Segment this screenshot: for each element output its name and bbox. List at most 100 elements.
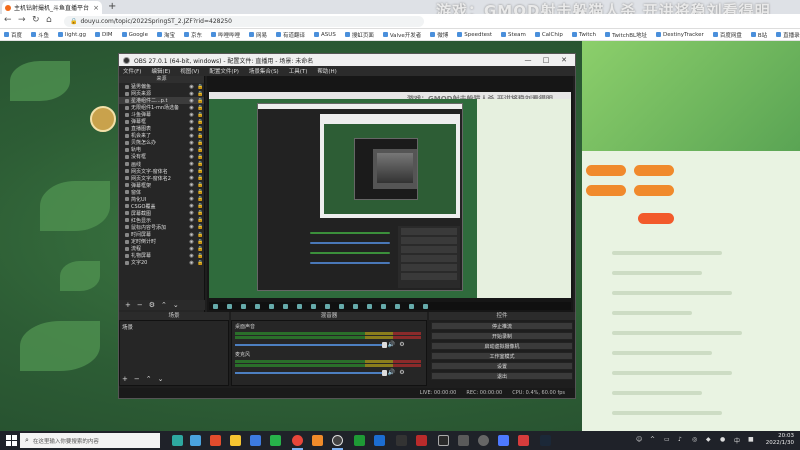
xbox-icon[interactable] xyxy=(354,435,365,446)
source-item[interactable]: 定时倒计时 ◉ 🔒 xyxy=(119,238,204,245)
bookmark-item[interactable]: 京东 xyxy=(183,31,202,39)
file-explorer-icon[interactable] xyxy=(230,435,241,446)
back-icon[interactable]: ← xyxy=(4,15,12,25)
lock-icon[interactable]: 🔒 xyxy=(197,105,204,111)
bookmark-item[interactable]: light.gg xyxy=(58,32,86,38)
network-icon[interactable]: ▭ xyxy=(664,436,670,443)
eye-icon[interactable]: ◉ xyxy=(188,147,195,153)
app-icon[interactable] xyxy=(396,435,407,446)
eye-icon[interactable]: ◉ xyxy=(188,112,195,118)
lock-icon[interactable]: 🔒 xyxy=(197,91,204,97)
eye-icon[interactable]: ◉ xyxy=(188,210,195,216)
eye-icon[interactable]: ◉ xyxy=(188,98,195,104)
source-item[interactable]: 网页来源 ◉ 🔒 xyxy=(119,90,204,97)
source-item[interactable]: 网页文字-窗体名 ◉ 🔒 xyxy=(119,168,204,175)
source-settings-icon[interactable]: ⚙ xyxy=(149,301,155,309)
source-item[interactable]: 鼠标内容号添加 ◉ 🔒 xyxy=(119,224,204,231)
home-icon[interactable]: ⌂ xyxy=(46,15,52,25)
scene-up-icon[interactable]: ⌃ xyxy=(146,375,152,383)
source-item[interactable]: 窗体 ◉ 🔒 xyxy=(119,189,204,196)
source-item[interactable]: 猛男偏鱼 ◉ 🔒 xyxy=(119,83,204,90)
source-item[interactable]: 画线 ◉ 🔒 xyxy=(119,161,204,168)
bookmark-item[interactable]: TwitchBL地址 xyxy=(605,31,647,39)
source-item[interactable]: 网页文字-窗体名2 ◉ 🔒 xyxy=(119,175,204,182)
app-icon[interactable] xyxy=(250,435,261,446)
chrome-icon[interactable] xyxy=(292,435,303,446)
menu-item[interactable]: 配置文件(P) xyxy=(209,67,239,75)
bookmark-item[interactable]: ASUS xyxy=(314,32,336,38)
minimize-icon[interactable]: — xyxy=(521,56,535,64)
taskbar-search[interactable]: ⌕ 在这里输入你要搜索的内容 xyxy=(20,433,160,448)
lock-icon[interactable]: 🔒 xyxy=(197,182,204,188)
tray-app-icon[interactable]: ● xyxy=(720,436,725,443)
forward-icon[interactable]: → xyxy=(18,15,26,25)
eye-icon[interactable]: ◉ xyxy=(188,260,195,266)
source-item[interactable]: 文字20 ◉ 🔒 xyxy=(119,259,204,266)
bookmark-item[interactable]: 百度 xyxy=(4,31,22,39)
remove-scene-icon[interactable]: − xyxy=(134,375,140,383)
add-scene-icon[interactable]: + xyxy=(122,375,128,383)
volume-knob[interactable] xyxy=(381,341,387,348)
steam-icon[interactable] xyxy=(540,435,551,446)
tray-app-icon[interactable]: ◆ xyxy=(706,436,711,443)
app-icon[interactable] xyxy=(416,435,427,446)
new-tab-button[interactable]: + xyxy=(108,1,116,12)
control-button[interactable]: 退出 xyxy=(431,372,573,380)
lock-icon[interactable]: 🔒 xyxy=(197,98,204,104)
bookmark-item[interactable]: Speedtest xyxy=(457,32,492,38)
streamer-avatar[interactable] xyxy=(90,106,116,132)
lock-icon[interactable]: 🔒 xyxy=(197,119,204,125)
eye-icon[interactable]: ◉ xyxy=(188,168,195,174)
bookmark-item[interactable]: 斗鱼 xyxy=(31,31,49,39)
source-item[interactable]: 礼物屏幕 ◉ 🔒 xyxy=(119,252,204,259)
eye-icon[interactable]: ◉ xyxy=(188,175,195,181)
promo-pill[interactable] xyxy=(634,185,674,196)
menu-item[interactable]: 文件(F) xyxy=(123,67,141,75)
task-view-icon[interactable] xyxy=(172,435,183,446)
volume-knob[interactable] xyxy=(381,369,387,376)
reload-icon[interactable]: ↻ xyxy=(32,15,40,25)
tray-expand-icon[interactable]: ^ xyxy=(650,436,655,443)
eye-icon[interactable]: ◉ xyxy=(188,126,195,132)
move-down-icon[interactable]: ⌄ xyxy=(173,301,179,309)
obs-preview[interactable]: 游戏：GMOD射击躲猫人杀 开讲将稳刘看得明 xyxy=(207,76,573,312)
app-icon[interactable] xyxy=(498,435,509,446)
lock-icon[interactable]: 🔒 xyxy=(197,239,204,245)
lock-icon[interactable]: 🔒 xyxy=(197,175,204,181)
eye-icon[interactable]: ◉ xyxy=(188,161,195,167)
obs-icon[interactable] xyxy=(332,435,343,446)
source-item[interactable]: 弹幕框 ◉ 🔒 xyxy=(119,118,204,125)
bookmark-item[interactable]: 哔哩哔哩 xyxy=(211,31,240,39)
lock-icon[interactable]: 🔒 xyxy=(197,147,204,153)
pc-client-pill[interactable] xyxy=(638,213,674,224)
tray-app-icon[interactable]: ■ xyxy=(748,436,754,443)
bookmark-item[interactable]: DIM xyxy=(94,32,113,38)
eye-icon[interactable]: ◉ xyxy=(188,203,195,209)
promo-pill[interactable] xyxy=(586,165,626,176)
source-item[interactable]: 流程 ◉ 🔒 xyxy=(119,245,204,252)
lock-icon[interactable]: 🔒 xyxy=(197,112,204,118)
bookmark-item[interactable]: CalChip xyxy=(534,32,563,38)
bookmark-item[interactable]: 网易 xyxy=(249,31,267,39)
eye-icon[interactable]: ◉ xyxy=(188,105,195,111)
menu-item[interactable]: 帮助(H) xyxy=(317,67,336,75)
source-item[interactable]: 没有框 ◉ 🔒 xyxy=(119,153,204,160)
maximize-icon[interactable]: □ xyxy=(539,56,553,64)
bookmark-item[interactable]: Valve开发者 xyxy=(382,31,421,39)
tray-person-icon[interactable]: ☺ xyxy=(636,436,642,443)
gear-icon[interactable]: ⚙ xyxy=(399,341,404,348)
control-button[interactable]: 工作室模式 xyxy=(431,352,573,360)
bookmark-item[interactable]: DestinyTracker xyxy=(656,32,704,38)
lock-icon[interactable]: 🔒 xyxy=(197,196,204,202)
bookmark-item[interactable]: 微博 xyxy=(430,31,448,39)
url-input[interactable]: 🔒 douyu.com/topic/2022SpringST_2.JZF?rid=… xyxy=(64,16,424,27)
app-icon[interactable] xyxy=(374,435,385,446)
lock-icon[interactable]: 🔒 xyxy=(197,203,204,209)
app-icon[interactable] xyxy=(312,435,323,446)
lock-icon[interactable]: 🔒 xyxy=(197,210,204,216)
source-item[interactable]: 弹幕框架 ◉ 🔒 xyxy=(119,182,204,189)
close-window-icon[interactable]: ✕ xyxy=(557,56,571,64)
bookmark-item[interactable]: 直播录像 xyxy=(776,31,800,39)
app-icon[interactable] xyxy=(438,435,449,446)
speaker-icon[interactable]: 🔊 xyxy=(388,341,395,348)
